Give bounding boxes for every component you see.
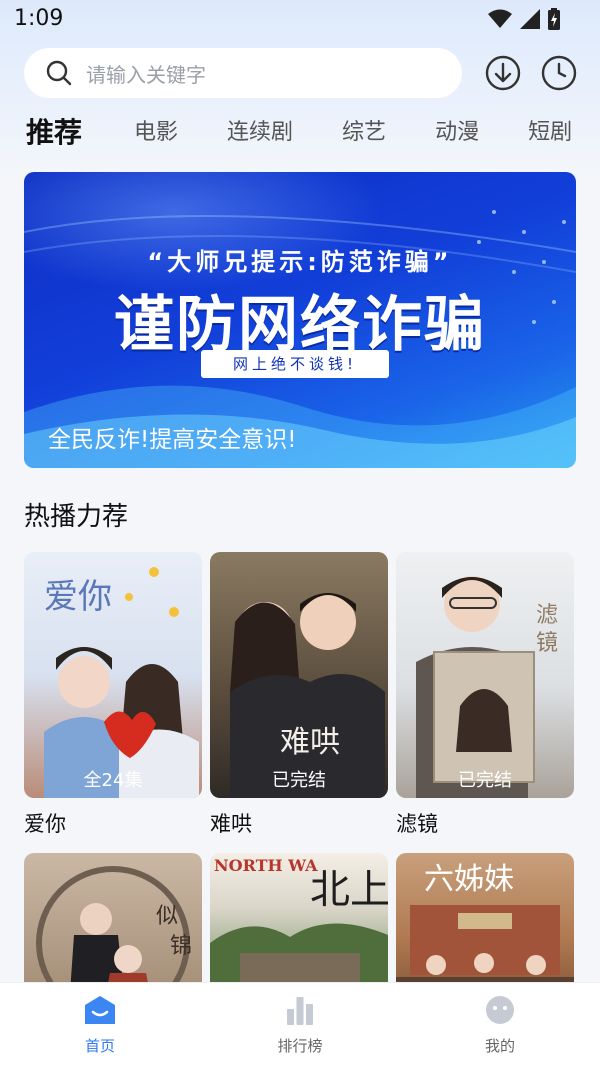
poster-card[interactable]: NORTH WA 北上 bbox=[210, 853, 388, 993]
poster-art: 爱你 bbox=[44, 567, 199, 798]
history-clock-icon[interactable] bbox=[540, 54, 578, 92]
status-time: 1:09 bbox=[14, 6, 64, 31]
face-icon bbox=[486, 996, 514, 1024]
download-icon[interactable] bbox=[484, 54, 522, 92]
bar-chart-icon bbox=[287, 997, 313, 1025]
search-icon bbox=[46, 60, 72, 86]
poster-art: NORTH WA 北上 bbox=[210, 856, 388, 993]
poster-card[interactable]: 似 锦 bbox=[24, 853, 202, 993]
poster-art-title: 难哄 bbox=[280, 725, 340, 760]
search-bar[interactable]: 请输入关键字 bbox=[24, 48, 462, 98]
poster-art-title: 滤 bbox=[536, 603, 558, 628]
search-placeholder: 请输入关键字 bbox=[86, 62, 206, 87]
nav-profile-label: 我的 bbox=[484, 1037, 515, 1055]
banner-quote: “大师兄提示:防范诈骗” bbox=[147, 248, 453, 276]
tab-series[interactable]: 连续剧 bbox=[227, 114, 293, 152]
nav-home-label: 首页 bbox=[84, 1037, 115, 1055]
poster-art: 难哄 bbox=[230, 593, 385, 798]
poster-art: 六姊妹 bbox=[396, 862, 574, 993]
wifi-icon bbox=[488, 9, 512, 28]
home-icon bbox=[85, 996, 115, 1024]
poster-art-caption: NORTH WA bbox=[214, 856, 318, 875]
tab-movie[interactable]: 电影 bbox=[134, 114, 178, 152]
poster-title[interactable]: 爱你 bbox=[24, 808, 66, 838]
nav-home[interactable]: 首页 bbox=[40, 995, 160, 1056]
poster-card[interactable]: 难哄 已完结 bbox=[210, 552, 388, 798]
banner-chip: 网上绝不谈钱! bbox=[201, 350, 389, 378]
poster-card[interactable]: 六姊妹 bbox=[396, 853, 574, 993]
poster-badge: 已完结 bbox=[272, 770, 326, 791]
status-bar: 1:09 bbox=[0, 0, 600, 40]
poster-art: 滤 镜 bbox=[416, 576, 558, 798]
poster-art-title: 六姊妹 bbox=[424, 862, 514, 897]
poster-art-title: 似 bbox=[156, 904, 178, 929]
poster-art-title: 北上 bbox=[310, 867, 388, 913]
poster-art-title: 爱你 bbox=[44, 577, 112, 617]
nav-ranking[interactable]: 排行榜 bbox=[240, 995, 360, 1056]
bottom-nav: 首页 排行榜 我的 bbox=[0, 982, 600, 1067]
tab-anime[interactable]: 动漫 bbox=[435, 114, 479, 152]
tab-short-drama[interactable]: 短剧 bbox=[528, 114, 572, 152]
poster-card[interactable]: 爱你 全24集 bbox=[24, 552, 202, 798]
poster-title[interactable]: 难哄 bbox=[210, 808, 252, 838]
battery-icon bbox=[548, 8, 560, 30]
svg-text:镜: 镜 bbox=[536, 631, 558, 656]
section-title: 热播力荐 bbox=[24, 502, 129, 532]
status-icons bbox=[488, 8, 560, 30]
poster-title[interactable]: 滤镜 bbox=[396, 808, 438, 838]
tab-recommend[interactable]: 推荐 bbox=[26, 114, 82, 152]
poster-badge: 全24集 bbox=[83, 770, 143, 791]
banner-slogan: 全民反诈!提高安全意识! bbox=[48, 427, 297, 453]
tab-variety[interactable]: 综艺 bbox=[342, 114, 386, 152]
poster-card[interactable]: 滤 镜 已完结 bbox=[396, 552, 574, 798]
signal-icon bbox=[520, 9, 540, 29]
nav-profile[interactable]: 我的 bbox=[440, 995, 560, 1056]
category-tabs: 推荐 电影 连续剧 综艺 动漫 短剧 bbox=[26, 114, 600, 156]
svg-text:锦: 锦 bbox=[170, 934, 192, 959]
poster-badge: 已完结 bbox=[458, 770, 512, 791]
nav-ranking-label: 排行榜 bbox=[277, 1037, 323, 1055]
promo-banner[interactable]: “大师兄提示:防范诈骗” 谨防网络诈骗 网上绝不谈钱! 全民反诈!提高安全意识! bbox=[24, 172, 576, 468]
poster-art: 似 锦 bbox=[36, 866, 192, 993]
